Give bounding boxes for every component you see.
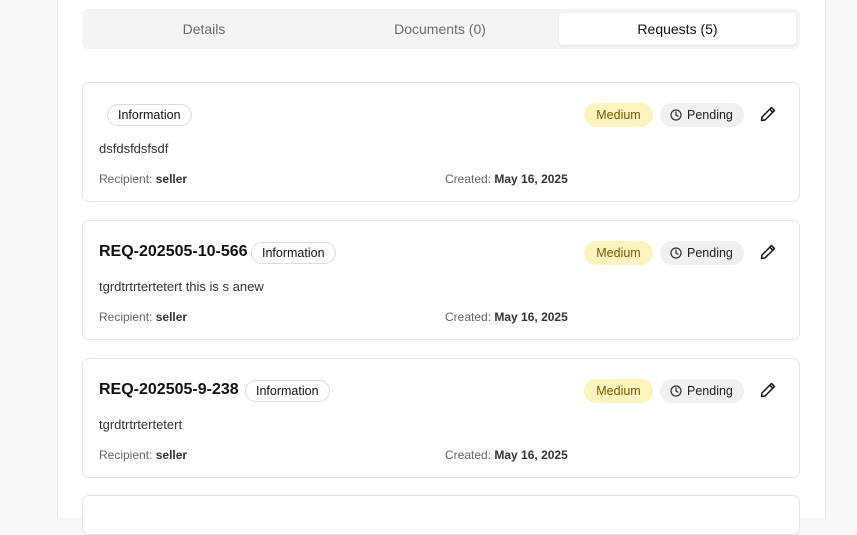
recipient-info: Recipient: seller	[99, 448, 188, 462]
status-badge: Pending	[660, 379, 744, 403]
clock-icon	[670, 385, 682, 397]
pencil-icon[interactable]	[759, 105, 777, 123]
created-info: Created: May 16, 2025	[445, 448, 568, 462]
clock-icon	[670, 247, 682, 259]
pencil-icon[interactable]	[759, 381, 777, 399]
request-card[interactable]: Information Medium Pending dsfdsfdsfsdf …	[82, 82, 800, 202]
recipient-info: Recipient: seller	[99, 172, 188, 186]
category-tag: Information	[251, 242, 336, 264]
recipient-info: Recipient: seller	[99, 310, 188, 324]
tab-requests[interactable]: Requests (5)	[559, 13, 796, 45]
request-card[interactable]: REQ-202505-10-566 Information Medium Pen…	[82, 220, 800, 340]
category-tag: Information	[107, 104, 192, 126]
created-info: Created: May 16, 2025	[445, 172, 568, 186]
created-info: Created: May 16, 2025	[445, 310, 568, 324]
priority-badge: Medium	[584, 241, 653, 265]
status-label: Pending	[687, 108, 733, 122]
pencil-icon[interactable]	[759, 243, 777, 261]
category-tag: Information	[245, 380, 330, 402]
request-description: tgrdtrtrtertetert this is s anew	[99, 279, 264, 294]
tab-details[interactable]: Details	[86, 13, 322, 45]
request-card[interactable]	[82, 495, 800, 535]
priority-badge: Medium	[584, 379, 653, 403]
tab-documents[interactable]: Documents (0)	[322, 13, 558, 45]
request-id: REQ-202505-10-566	[99, 243, 248, 260]
status-label: Pending	[687, 246, 733, 260]
tab-bar: Details Documents (0) Requests (5)	[82, 9, 800, 49]
status-badge: Pending	[660, 103, 744, 127]
clock-icon	[670, 109, 682, 121]
request-card[interactable]: REQ-202505-9-238 Information Medium Pend…	[82, 358, 800, 478]
request-id: REQ-202505-9-238	[99, 381, 239, 398]
status-badge: Pending	[660, 241, 744, 265]
priority-badge: Medium	[584, 103, 653, 127]
request-description: tgrdtrtrtertetert	[99, 417, 183, 432]
status-label: Pending	[687, 384, 733, 398]
request-description: dsfdsfdsfsdf	[99, 141, 169, 156]
